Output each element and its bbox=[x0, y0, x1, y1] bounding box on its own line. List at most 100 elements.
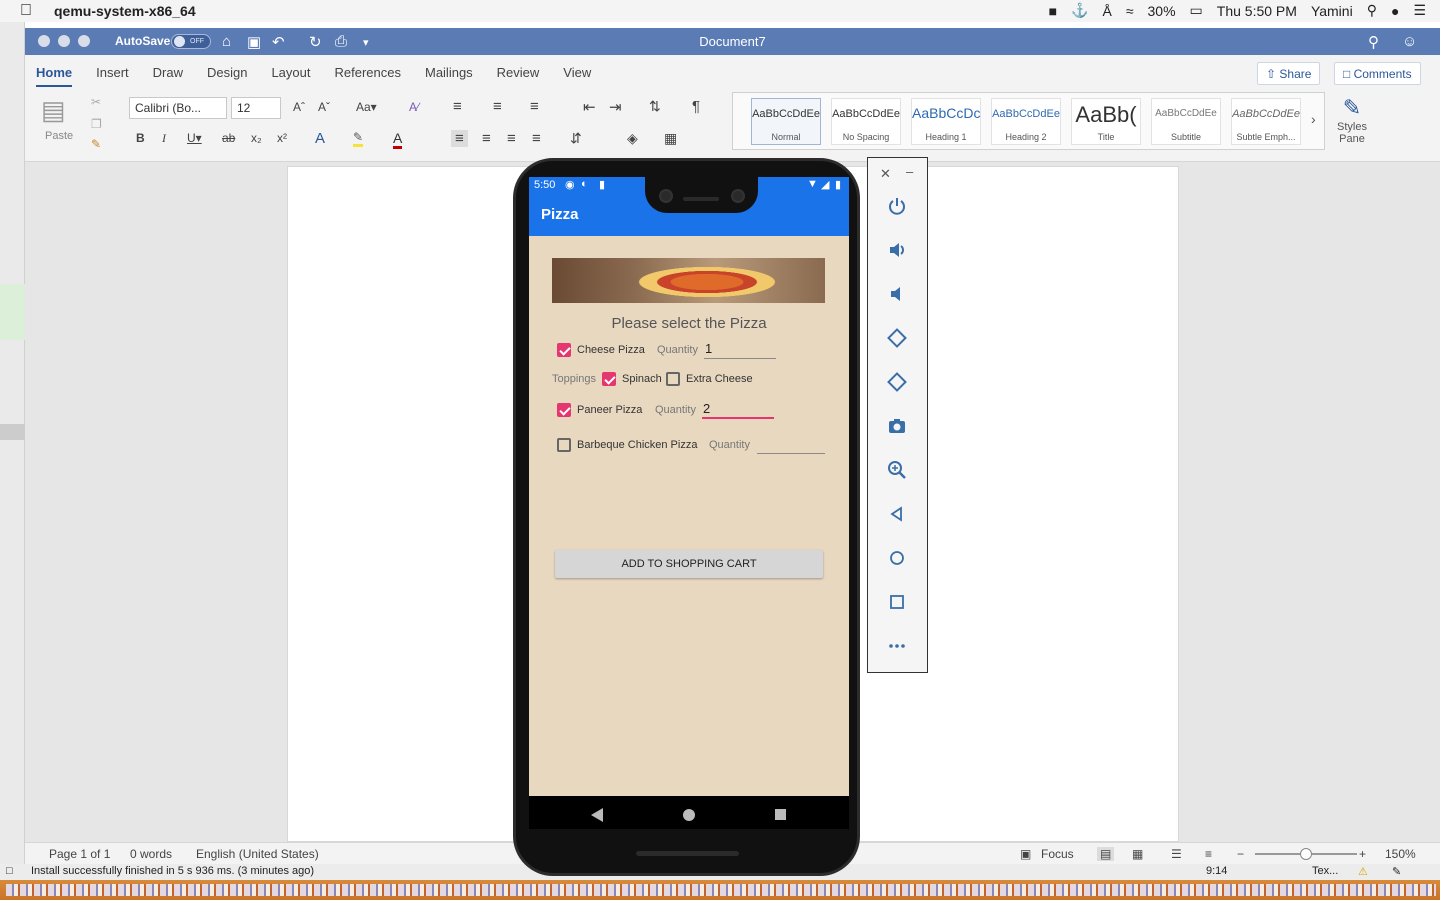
video-icon[interactable]: ■ bbox=[1049, 3, 1057, 19]
user-name[interactable]: Yamini bbox=[1311, 3, 1353, 19]
spinach-checkbox[interactable] bbox=[602, 372, 616, 386]
wifi-icon[interactable]: ≈ bbox=[1126, 3, 1134, 19]
numbering-icon[interactable]: ≡ bbox=[493, 98, 502, 115]
docker-icon[interactable]: ⚓ bbox=[1071, 2, 1088, 19]
highlight-color-icon[interactable]: ✎ bbox=[353, 130, 364, 147]
style-no-spacing[interactable]: AaBbCcDdEe No Spacing bbox=[831, 98, 901, 145]
increase-indent-icon[interactable]: ⇥ bbox=[609, 98, 622, 116]
camera-icon[interactable] bbox=[883, 412, 911, 440]
zoom-slider-knob[interactable] bbox=[1300, 848, 1312, 860]
cheese-pizza-label[interactable]: Cheese Pizza bbox=[577, 344, 645, 356]
rotate-left-icon[interactable] bbox=[883, 324, 911, 352]
tab-references[interactable]: References bbox=[335, 65, 401, 87]
close-emulator-icon[interactable]: ✕ bbox=[880, 166, 891, 182]
strikethrough-icon[interactable]: ab bbox=[222, 131, 235, 145]
rotate-right-icon[interactable] bbox=[883, 368, 911, 396]
app-name[interactable]: qemu-system-x86_64 bbox=[54, 3, 196, 19]
print-layout-icon[interactable]: ▤ bbox=[1097, 847, 1115, 861]
comments-button[interactable]: □ Comments bbox=[1334, 62, 1421, 85]
clear-formatting-icon[interactable]: A∕ bbox=[409, 100, 419, 114]
justify-icon[interactable]: ≡ bbox=[532, 130, 541, 147]
web-layout-icon[interactable]: ▦ bbox=[1132, 847, 1143, 861]
style-heading-2[interactable]: AaBbCcDdEe Heading 2 bbox=[991, 98, 1061, 145]
font-color-icon[interactable]: A bbox=[393, 130, 403, 149]
align-center-icon[interactable]: ≡ bbox=[482, 130, 491, 147]
italic-icon[interactable]: I bbox=[162, 131, 166, 146]
zoom-level[interactable]: 150% bbox=[1385, 847, 1416, 861]
shading-icon[interactable]: ◈ bbox=[627, 130, 638, 147]
paste-label[interactable]: Paste bbox=[45, 130, 73, 142]
style-subtitle[interactable]: AaBbCcDdEe Subtitle bbox=[1151, 98, 1221, 145]
extra-cheese-checkbox[interactable] bbox=[666, 372, 680, 386]
nav-home-icon[interactable] bbox=[683, 809, 695, 821]
tab-review[interactable]: Review bbox=[497, 65, 540, 87]
superscript-icon[interactable]: x² bbox=[277, 131, 287, 145]
outline-view-icon[interactable]: ☰ bbox=[1171, 847, 1182, 861]
more-icon[interactable] bbox=[883, 632, 911, 660]
line-spacing-icon[interactable]: ⇵ bbox=[570, 130, 582, 147]
focus-icon[interactable]: ▣ bbox=[1020, 847, 1031, 861]
cut-icon[interactable]: ✂ bbox=[91, 95, 101, 109]
nav-back-icon[interactable] bbox=[591, 808, 603, 822]
style-normal[interactable]: AaBbCcDdEe Normal bbox=[751, 98, 821, 145]
caret-position[interactable]: 9:14 bbox=[1206, 865, 1227, 877]
extra-cheese-label[interactable]: Extra Cheese bbox=[686, 373, 753, 385]
word-count[interactable]: 0 words bbox=[130, 847, 172, 861]
bbq-chicken-pizza-checkbox[interactable] bbox=[557, 438, 571, 452]
tab-mailings[interactable]: Mailings bbox=[425, 65, 473, 87]
notification-center-icon[interactable]: ☰ bbox=[1413, 2, 1426, 19]
page-count[interactable]: Page 1 of 1 bbox=[49, 847, 110, 861]
minimize-emulator-icon[interactable]: – bbox=[906, 164, 913, 179]
tool-window-toggle-icon[interactable]: □ bbox=[6, 865, 13, 877]
back-icon[interactable] bbox=[883, 500, 911, 528]
warning-icon[interactable]: ⚠ bbox=[1358, 865, 1368, 878]
sort-icon[interactable]: ⇅ bbox=[649, 98, 661, 115]
style-title[interactable]: AaBb( Title bbox=[1071, 98, 1141, 145]
add-to-cart-button[interactable]: ADD TO SHOPPING CART bbox=[555, 550, 823, 578]
battery-percent[interactable]: 30% bbox=[1148, 3, 1176, 19]
nav-overview-icon[interactable] bbox=[775, 809, 786, 820]
volume-down-icon[interactable] bbox=[883, 280, 911, 308]
cheese-pizza-checkbox[interactable] bbox=[557, 343, 571, 357]
power-icon[interactable] bbox=[883, 192, 911, 220]
tab-insert[interactable]: Insert bbox=[96, 65, 129, 87]
shrink-font-icon[interactable]: Aˇ bbox=[318, 100, 330, 114]
tab-layout[interactable]: Layout bbox=[271, 65, 310, 87]
spotlight-icon[interactable]: ⚲ bbox=[1367, 2, 1377, 19]
tab-home[interactable]: Home bbox=[36, 65, 73, 87]
search-icon[interactable]: ⚲ bbox=[1368, 33, 1379, 51]
bullets-icon[interactable]: ≡ bbox=[453, 98, 462, 115]
share-button[interactable]: ⇧ Share bbox=[1257, 62, 1321, 85]
style-subtle-emphasis[interactable]: AaBbCcDdEe Subtle Emph... bbox=[1231, 98, 1301, 145]
underline-icon[interactable]: U▾ bbox=[187, 131, 202, 145]
multilevel-list-icon[interactable]: ≡ bbox=[530, 98, 539, 115]
subscript-icon[interactable]: x₂ bbox=[251, 131, 262, 145]
bluetooth-icon[interactable]: Å bbox=[1102, 3, 1111, 19]
zoom-out-icon[interactable]: − bbox=[1237, 847, 1244, 861]
align-right-icon[interactable]: ≡ bbox=[507, 130, 516, 147]
bbq-chicken-pizza-label[interactable]: Barbeque Chicken Pizza bbox=[577, 439, 697, 451]
battery-icon[interactable]: ▭ bbox=[1190, 2, 1203, 19]
tab-view[interactable]: View bbox=[563, 65, 591, 87]
format-painter-icon[interactable]: ✎ bbox=[91, 137, 101, 151]
tab-design[interactable]: Design bbox=[207, 65, 247, 87]
language[interactable]: English (United States) bbox=[196, 847, 319, 861]
bold-icon[interactable]: B bbox=[136, 131, 145, 145]
align-left-icon[interactable]: ≡ bbox=[451, 130, 468, 147]
change-case-icon[interactable]: Aa▾ bbox=[356, 100, 377, 114]
draft-view-icon[interactable]: ≡ bbox=[1205, 847, 1212, 861]
paneer-quantity-input[interactable]: 2 bbox=[702, 401, 774, 419]
text-effects-icon[interactable]: A bbox=[315, 130, 325, 147]
tab-draw[interactable]: Draw bbox=[153, 65, 183, 87]
grow-font-icon[interactable]: Aˆ bbox=[293, 100, 305, 114]
paneer-pizza-label[interactable]: Paneer Pizza bbox=[577, 404, 642, 416]
font-size-field[interactable]: 12 bbox=[231, 97, 281, 119]
overview-icon[interactable] bbox=[883, 588, 911, 616]
show-formatting-marks-icon[interactable]: ¶ bbox=[692, 98, 700, 115]
bbq-quantity-input[interactable] bbox=[757, 436, 825, 454]
zoom-icon[interactable] bbox=[883, 456, 911, 484]
dock-app-icons[interactable] bbox=[6, 884, 1436, 896]
event-log-icon[interactable]: ✎ bbox=[1392, 865, 1401, 878]
focus-label[interactable]: Focus bbox=[1041, 847, 1074, 861]
siri-icon[interactable]: ● bbox=[1391, 3, 1399, 19]
